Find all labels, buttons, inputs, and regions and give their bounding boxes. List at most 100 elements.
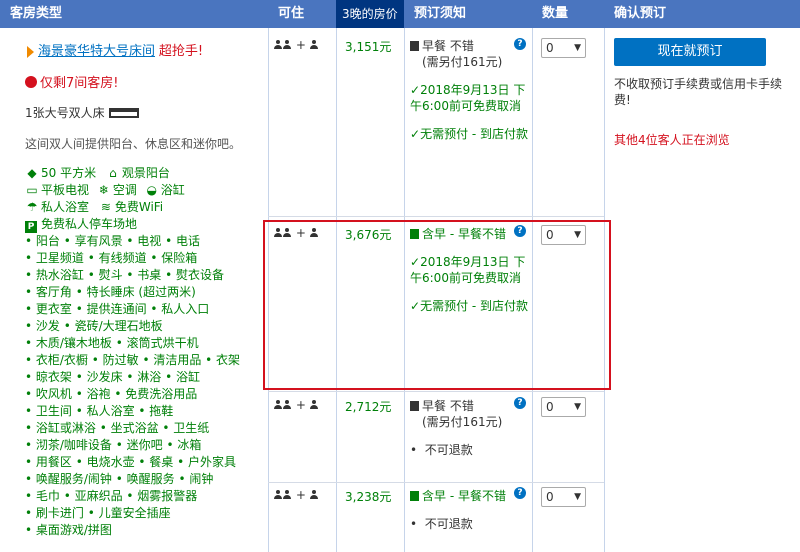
- bed-icon: [108, 108, 139, 118]
- quantity-select[interactable]: 0 ▼: [541, 487, 586, 507]
- facility-row: ▭ 平板电视 ❄ 空调 ◒ 浴缸: [25, 182, 257, 199]
- breakfast-extra: (需另付161元): [422, 55, 503, 69]
- child-icon: [309, 400, 318, 409]
- breakfast-info: 早餐 不错: [410, 38, 530, 54]
- chevron-down-icon: ▼: [574, 402, 581, 412]
- amenity-line: • 刷卡进门 • 儿童安全插座: [25, 506, 171, 520]
- row-divider: [268, 482, 604, 483]
- help-icon[interactable]: ?: [514, 38, 526, 50]
- conditions-cell: 含早 - 早餐不错 • 不可退款: [410, 488, 530, 532]
- refund-policy: • 不可退款: [410, 443, 473, 457]
- occupancy-plus: +: [295, 488, 306, 502]
- amenity-line: • 木质/镶木地板 • 滚筒式烘干机: [25, 336, 199, 350]
- room-info: 海景豪华特大号床间 超抢手! 仅剩7间客房! 1张大号双人床 这间双人间提供阳台…: [25, 40, 257, 539]
- facilities: ◆ 50 平方米 ⌂ 观景阳台 ▭ 平板电视 ❄ 空调 ◒ 浴缸 ☂ 私人浴室 ≋ 免费WiF…: [25, 165, 257, 539]
- price-cell: 2,712元: [345, 400, 392, 414]
- breakfast-text: 早餐 不错: [422, 39, 474, 53]
- person-icon: [274, 40, 282, 49]
- chevron-down-icon: ▼: [574, 492, 581, 502]
- amenity-line: • 用餐区 • 电烧水壶 • 餐桌 • 户外家具: [25, 455, 237, 469]
- payment-policy: ✓无需预付 - 到店付款: [410, 126, 530, 142]
- facility-parking: 免费私人停车场地: [41, 217, 138, 231]
- amenity-line: • 沙发 • 瓷砖/大理石地板: [25, 319, 163, 333]
- amenity-line: • 晾衣架 • 沙发床 • 淋浴 • 浴缸: [25, 370, 201, 384]
- cancel-policy: ✓2018年9月13日 下午6:00前可免费取消: [410, 82, 530, 114]
- header-confirm: 确认预订: [604, 0, 800, 28]
- arrow-icon: [27, 45, 34, 58]
- coffee-icon: [410, 401, 419, 411]
- coffee-icon: [410, 41, 419, 51]
- row-divider: [268, 391, 604, 392]
- wifi-icon: ≋: [100, 200, 111, 214]
- occupancy-cell: +: [274, 38, 319, 52]
- cancel-policy-text: 2018年9月13日 下午6:00前可免费取消: [410, 83, 526, 113]
- room-name-link[interactable]: 海景豪华特大号床间: [38, 44, 155, 59]
- header-quantity: 数量: [532, 0, 604, 28]
- amenity-line: • 阳台 • 享有风景 • 电视 • 电话: [25, 234, 201, 248]
- facility-row: ☂ 私人浴室 ≋ 免费WiFi: [25, 199, 257, 216]
- rooms-left-text: 仅剩7间客房!: [40, 76, 119, 91]
- refund-policy: • 不可退款: [410, 517, 473, 531]
- help-icon[interactable]: ?: [514, 397, 526, 409]
- quantity-value: 0: [546, 400, 554, 414]
- conditions-cell: 早餐 不错 (需另付161元) ✓2018年9月13日 下午6:00前可免费取消…: [410, 38, 530, 142]
- bed-info: 1张大号双人床: [25, 104, 257, 121]
- amenity-line: • 毛巾 • 亚麻织品 • 烟雾报警器: [25, 489, 198, 503]
- person-icon: [274, 490, 282, 499]
- size-icon: ◆: [27, 166, 37, 180]
- room-description: 这间双人间提供阳台、休息区和迷你吧。: [25, 137, 242, 151]
- occupancy-plus: +: [295, 38, 306, 52]
- check-icon: ✓: [410, 83, 421, 97]
- tv-icon: ▭: [26, 183, 38, 197]
- conditions-cell: 早餐 不错 (需另付161元) • 不可退款: [410, 398, 530, 458]
- price-cell: 3,238元: [345, 490, 392, 504]
- facility-wifi: 免费WiFi: [114, 200, 164, 214]
- chevron-down-icon: ▼: [574, 43, 581, 53]
- highlight-box: [263, 220, 611, 390]
- amenity-line: • 更衣室 • 提供连通间 • 私人入口: [25, 302, 210, 316]
- parking-icon: P: [25, 221, 37, 233]
- rooms-left: 仅剩7间客房!: [25, 72, 257, 91]
- facility-bath: 私人浴室: [41, 200, 90, 214]
- balcony-icon: ⌂: [109, 166, 117, 180]
- occupancy-plus: +: [295, 398, 306, 412]
- breakfast-info: 早餐 不错: [410, 398, 530, 414]
- refund-policy-text: 不可退款: [424, 517, 473, 531]
- room-title: 海景豪华特大号床间 超抢手!: [27, 40, 257, 59]
- book-now-button[interactable]: 现在就预订: [614, 38, 766, 66]
- breakfast-extra: (需另付161元): [422, 415, 503, 429]
- child-icon: [309, 40, 318, 49]
- amenity-line: • 客厅角 • 特长睡床 (超过两米): [25, 285, 196, 299]
- amenity-line: • 热水浴缸 • 熨斗 • 书桌 • 熨衣设备: [25, 268, 225, 282]
- person-icon: [283, 400, 291, 409]
- row-divider: [268, 216, 604, 217]
- check-icon: ✓: [410, 127, 421, 141]
- person-icon: [274, 400, 282, 409]
- refund-policy-text: 不可退款: [424, 443, 473, 457]
- payment-policy-text: 无需预付 - 到店付款: [420, 127, 529, 141]
- amenity-list: • 阳台 • 享有风景 • 电视 • 电话 • 卫星频道 • 有线频道 • 保险箱…: [25, 233, 257, 539]
- alert-icon: [25, 76, 37, 88]
- coffee-icon: [410, 491, 419, 501]
- amenity-line: • 浴缸或淋浴 • 坐式浴盆 • 卫生纸: [25, 421, 210, 435]
- facility-row: P 免费私人停车场地: [25, 216, 257, 233]
- ac-icon: ❄: [98, 183, 109, 197]
- bed-text: 1张大号双人床: [25, 106, 105, 120]
- header-occupancy: 可住: [268, 0, 336, 28]
- facility-bathtub: 浴缸: [160, 183, 185, 197]
- facility-ac: 空调: [112, 183, 137, 197]
- help-icon[interactable]: ?: [514, 487, 526, 499]
- quantity-select[interactable]: 0 ▼: [541, 397, 586, 417]
- header-price[interactable]: 3晚的房价: [336, 0, 404, 28]
- quantity-select[interactable]: 0 ▼: [541, 38, 586, 58]
- header-room-type: 客房类型: [0, 0, 268, 28]
- facility-size: 50 平方米: [41, 166, 97, 180]
- amenity-line: • 唤醒服务/闹钟 • 唤醒服务 • 闹钟: [25, 472, 214, 486]
- amenity-line: • 卫星频道 • 有线频道 • 保险箱: [25, 251, 198, 265]
- amenity-line: • 卫生间 • 私人浴室 • 拖鞋: [25, 404, 174, 418]
- facility-tv: 平板电视: [41, 183, 90, 197]
- header-conditions: 预订须知: [404, 0, 532, 28]
- occupancy-cell: +: [274, 488, 319, 502]
- facility-row: ◆ 50 平方米 ⌂ 观景阳台: [25, 165, 257, 182]
- amenity-line: • 衣柜/衣橱 • 防过敏 • 清洁用品 • 衣架: [25, 353, 241, 367]
